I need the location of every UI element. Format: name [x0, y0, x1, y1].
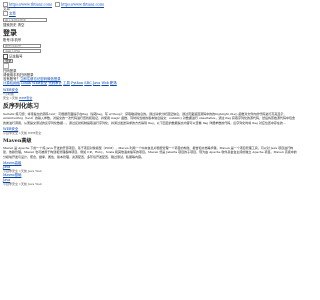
site-url-link[interactable]: https://www.tbtianz.com/: [54, 2, 104, 7]
nav-item-linux[interactable]: Linux: [21, 81, 31, 85]
nav-item-code-audit[interactable]: 代码审计: [48, 81, 62, 85]
main-article-title[interactable]: 反序列化练习: [3, 103, 297, 110]
login-form: 账号/手机号 记住账号 登录 扫码登录 请使用手机扫码登录 没有账号？立即注册忘…: [3, 38, 297, 81]
header-article-link[interactable]: 文章: [9, 12, 16, 16]
logo-alt-text: https://www.tbtianz.com/: [9, 2, 52, 7]
search-block: 搜索历史 清空: [3, 18, 297, 27]
third-article-meta: 小白学安全 1天前 Java Web: [3, 181, 42, 186]
password-input[interactable]: [3, 48, 41, 53]
nav-item-web[interactable]: Web: [101, 81, 108, 85]
search-input[interactable]: [3, 18, 47, 23]
nav-item-java[interactable]: Java: [93, 81, 100, 85]
main-article-meta: 小白学安全 1天前 WEB安全: [3, 131, 42, 136]
article-meta-2: 安全 1天前 WEB安全: [3, 96, 297, 100]
nav-item-python[interactable]: Python: [71, 81, 83, 85]
main-article-intro: Serializ 练习题：将待提交的源码 text：可根据页面提示在flag（读…: [3, 112, 296, 125]
remember-label: 记住账号: [9, 54, 23, 59]
nav-links: 计算机网络LinuxWEB安全代码审计工具PythonSRCJavaWeb靶场: [3, 81, 297, 85]
broken-image-icon: [54, 2, 60, 7]
nav-item-web-security[interactable]: WEB安全: [32, 81, 47, 85]
nav-item-range[interactable]: 靶场: [110, 81, 117, 85]
second-article-title[interactable]: Maven高级: [3, 138, 297, 144]
login-title: 登录: [3, 28, 17, 38]
menu-icon: [3, 11, 8, 17]
search-history: 搜索历史 清空: [3, 23, 25, 28]
article-category-link[interactable]: WEB安全: [19, 96, 32, 100]
site-url-text: https://www.tbtianz.com/: [60, 2, 104, 7]
page-root: https://www.tbtianz.com/ https://www.tbt…: [0, 0, 300, 300]
article-time-2: 安全 1天前: [3, 96, 18, 101]
article-preview-1: WEB安全 7小时前 安全 1天前 WEB安全: [3, 88, 297, 101]
qr-code-icon: [3, 62, 9, 69]
account-label: 账号/手机号: [3, 38, 22, 43]
nav-item-src[interactable]: SRC: [84, 81, 91, 85]
second-article-intro: Maven 是 Apache 下的一个纯 Java 开发的开源项目，基于项目对象…: [3, 146, 297, 159]
account-input[interactable]: [3, 43, 41, 48]
nav-item-tools[interactable]: 工具: [63, 81, 70, 85]
logo-link[interactable]: https://www.tbtianz.com/: [3, 2, 52, 7]
header-title-link-row: 文章: [3, 11, 297, 17]
nav-item-network[interactable]: 计算机网络: [3, 81, 20, 85]
